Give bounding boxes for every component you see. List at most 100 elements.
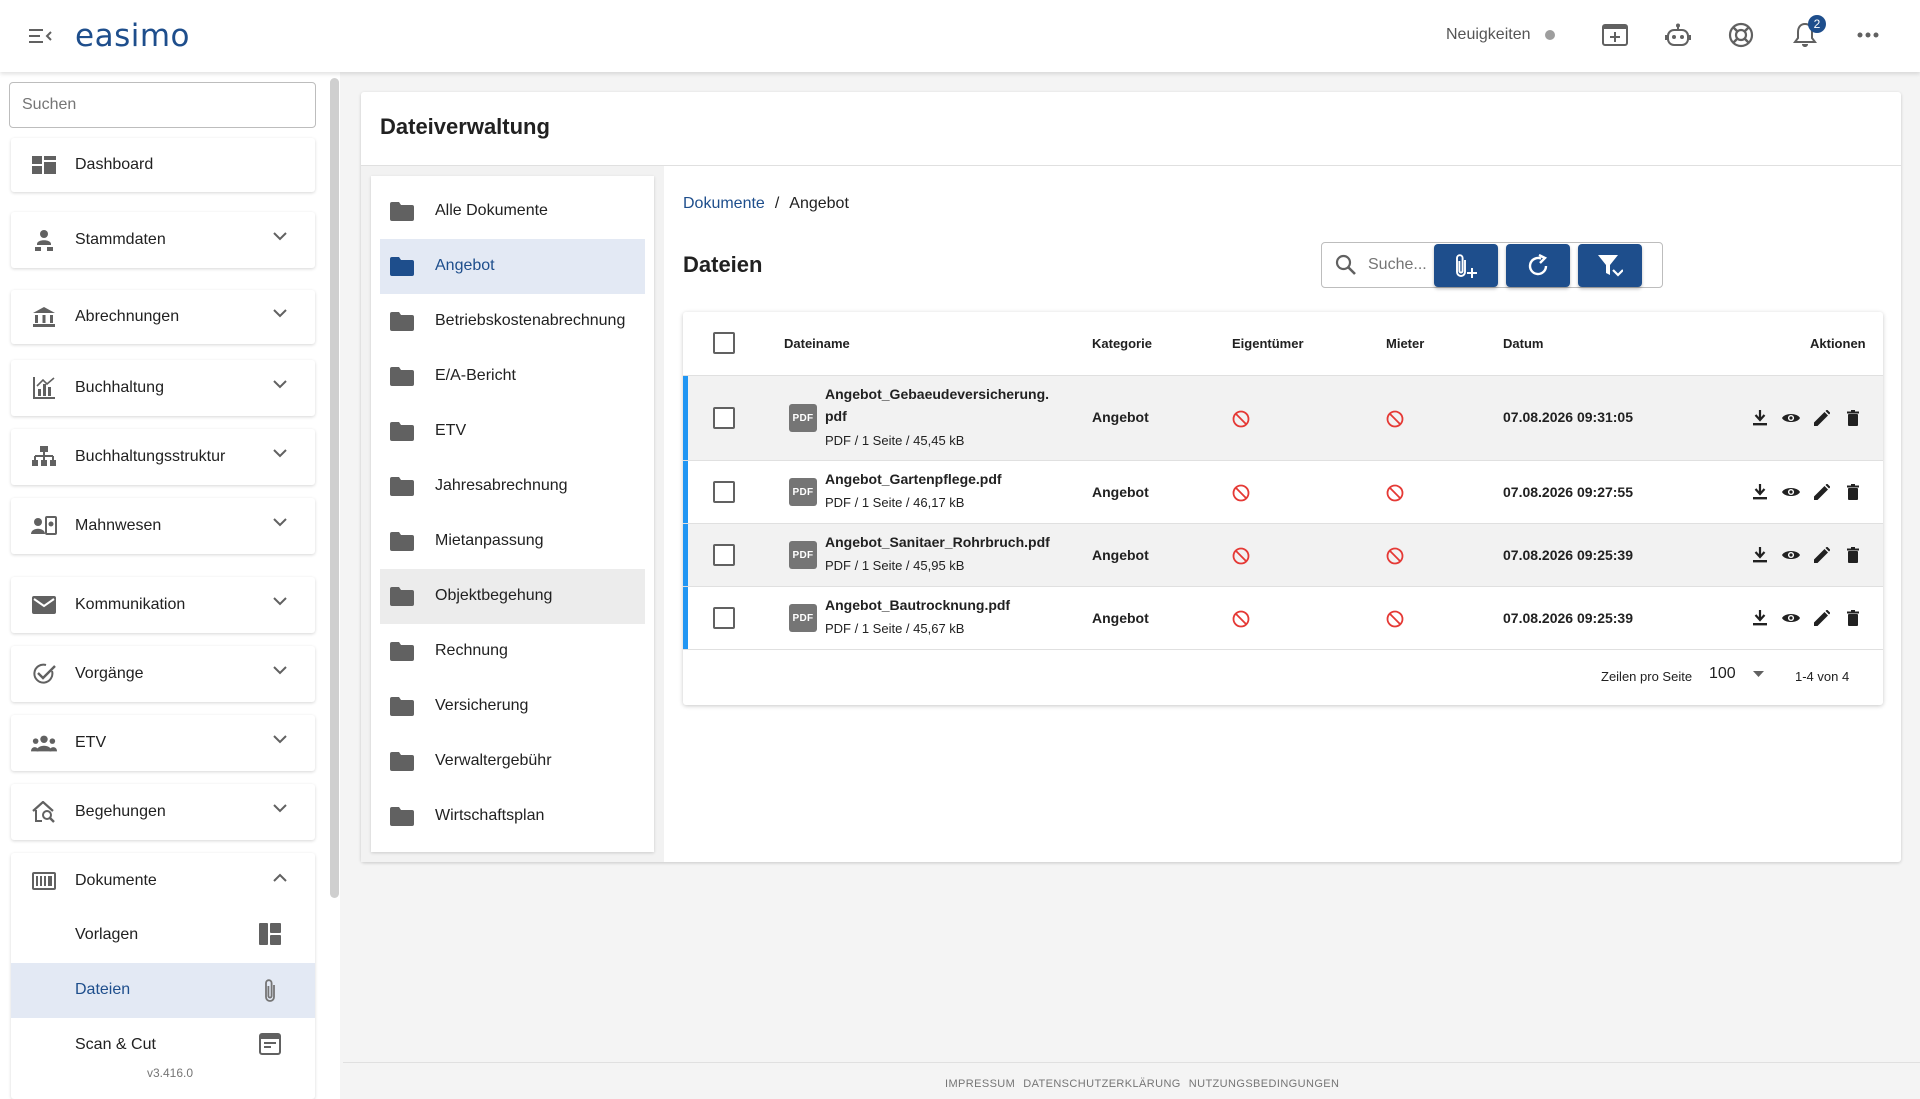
edit-pencil-icon[interactable]	[1813, 546, 1831, 564]
folder-item[interactable]: Wirtschaftsplan	[380, 789, 645, 844]
sidebar-item-label: Abrechnungen	[75, 308, 180, 325]
sidebar-subitem-scan-cut[interactable]: Scan & Cut	[11, 1018, 315, 1073]
rows-per-page-select[interactable]: 100	[1709, 665, 1769, 687]
pdf-file-icon: PDF	[789, 541, 817, 569]
edit-pencil-icon[interactable]	[1813, 409, 1831, 427]
chevron-down-icon	[273, 518, 287, 527]
folder-item[interactable]: Betriebskostenabrechnung	[380, 294, 645, 349]
upload-file-button[interactable]	[1434, 244, 1498, 287]
support-icon[interactable]	[1726, 20, 1756, 50]
sidebar-item-stammdaten[interactable]: Stammdaten	[11, 213, 315, 267]
breadcrumb-current: Angebot	[789, 195, 849, 212]
add-window-icon[interactable]	[1600, 20, 1630, 50]
column-header-category[interactable]: Kategorie	[1092, 336, 1152, 351]
column-header-tenant[interactable]: Mieter	[1386, 336, 1424, 351]
folder-item-selected[interactable]: Angebot	[380, 239, 645, 294]
sidebar-panel-dokumente: Dokumente Vorlagen Dateien Scan & Cut	[11, 853, 315, 1099]
delete-trash-icon[interactable]	[1844, 409, 1862, 427]
folder-icon	[390, 697, 414, 716]
preview-eye-icon[interactable]	[1782, 546, 1800, 564]
robot-icon[interactable]	[1663, 20, 1693, 50]
folder-label: Angebot	[435, 257, 495, 274]
delete-trash-icon[interactable]	[1844, 609, 1862, 627]
sidebar-scrollbar[interactable]	[330, 78, 339, 898]
breadcrumb-root-link[interactable]: Dokumente	[683, 195, 765, 213]
edit-pencil-icon[interactable]	[1813, 483, 1831, 501]
file-date: 07.08.2026 09:25:39	[1503, 547, 1633, 563]
column-header-filename[interactable]: Dateiname	[784, 336, 850, 351]
refresh-button[interactable]	[1506, 244, 1570, 287]
row-checkbox[interactable]	[713, 407, 735, 429]
folder-item[interactable]: Jahresabrechnung	[380, 459, 645, 514]
paperclip-icon	[263, 978, 277, 1004]
folder-item-hovered[interactable]: Objektbegehung	[380, 569, 645, 624]
folder-item[interactable]: Alle Dokumente	[380, 184, 645, 239]
table-row[interactable]: PDF Angebot_Sanitaer_Rohrbruch.pdf PDF /…	[683, 524, 1883, 587]
delete-trash-icon[interactable]	[1844, 483, 1862, 501]
sidebar-item-kommunikation[interactable]: Kommunikation	[11, 578, 315, 632]
file-name[interactable]: Angebot_Gartenpflege.pdf	[825, 468, 1002, 490]
notification-bell-icon[interactable]: 2	[1790, 15, 1826, 50]
preview-eye-icon[interactable]	[1782, 409, 1800, 427]
download-icon[interactable]	[1751, 483, 1769, 501]
sidebar-panel-kommunikation: Kommunikation	[11, 577, 315, 633]
sidebar-panel-begehungen: Begehungen	[11, 784, 315, 840]
owner-not-assigned-icon	[1232, 484, 1250, 502]
sidebar-subitem-dateien[interactable]: Dateien	[11, 963, 315, 1018]
sidebar-subitem-label: Vorlagen	[75, 926, 139, 943]
file-name[interactable]: Angebot_Sanitaer_Rohrbruch.pdf	[825, 531, 1050, 553]
tenant-not-assigned-icon	[1386, 610, 1404, 628]
edit-pencil-icon[interactable]	[1813, 609, 1831, 627]
delete-trash-icon[interactable]	[1844, 546, 1862, 564]
filter-button[interactable]	[1578, 244, 1642, 287]
sidebar-item-abrechnungen[interactable]: Abrechnungen	[11, 290, 315, 344]
sidebar-search-input[interactable]	[9, 82, 316, 128]
download-icon[interactable]	[1751, 409, 1769, 427]
download-icon[interactable]	[1751, 609, 1769, 627]
folder-item[interactable]: Versicherung	[380, 679, 645, 734]
sidebar-item-vorgaenge[interactable]: Vorgänge	[11, 647, 315, 701]
sidebar-item-dokumente[interactable]: Dokumente	[11, 854, 315, 908]
table-row[interactable]: PDF Angebot_Gebaeudeversicherung. pdf PD…	[683, 376, 1883, 461]
table-row[interactable]: PDF Angebot_Bautrocknung.pdf PDF / 1 Sei…	[683, 587, 1883, 650]
sidebar-item-buchhaltung[interactable]: Buchhaltung	[11, 361, 315, 415]
folder-item[interactable]: Mietanpassung	[380, 514, 645, 569]
folder-item[interactable]: ETV	[380, 404, 645, 459]
sidebar-panel-mahnwesen: Mahnwesen	[11, 498, 315, 554]
scan-icon	[259, 1033, 281, 1055]
chevron-down-icon	[273, 380, 287, 389]
sidebar-item-mahnwesen[interactable]: Mahnwesen	[11, 499, 315, 553]
download-icon[interactable]	[1751, 546, 1769, 564]
sidebar-subitem-vorlagen[interactable]: Vorlagen	[11, 908, 315, 963]
folder-list: Alle Dokumente Angebot Betriebskostenabr…	[371, 176, 654, 852]
more-options-icon[interactable]	[1853, 20, 1883, 50]
row-checkbox[interactable]	[713, 544, 735, 566]
folder-label: E/A-Bericht	[435, 367, 516, 384]
column-header-owner[interactable]: Eigentümer	[1232, 336, 1304, 351]
sidebar-item-buchhaltungsstruktur[interactable]: Buchhaltungsstruktur	[11, 430, 315, 484]
preview-eye-icon[interactable]	[1782, 609, 1800, 627]
app-logo[interactable]: easimo	[75, 18, 190, 54]
folder-label: Objektbegehung	[435, 587, 553, 604]
footer-link-impressum[interactable]: IMPRESSUM	[945, 1078, 1015, 1090]
file-name[interactable]: Angebot_Gebaeudeversicherung. pdf	[825, 383, 1049, 427]
footer-link-datenschutz[interactable]: DATENSCHUTZERKLÄRUNG	[1023, 1078, 1181, 1090]
menu-collapse-icon[interactable]	[29, 26, 53, 46]
sidebar-item-dashboard[interactable]: Dashboard	[11, 138, 315, 192]
news-link[interactable]: Neuigkeiten	[1446, 26, 1555, 44]
column-header-date[interactable]: Datum	[1503, 336, 1543, 351]
breadcrumb-separator: /	[774, 195, 780, 212]
folder-item[interactable]: Verwaltergebühr	[380, 734, 645, 789]
table-row[interactable]: PDF Angebot_Gartenpflege.pdf PDF / 1 Sei…	[683, 461, 1883, 524]
sidebar-item-begehungen[interactable]: Begehungen	[11, 785, 315, 839]
select-all-checkbox[interactable]	[713, 332, 735, 354]
preview-eye-icon[interactable]	[1782, 483, 1800, 501]
sidebar-item-etv[interactable]: ETV	[11, 716, 315, 770]
task-check-icon	[31, 662, 57, 686]
footer-link-nutzungsbedingungen[interactable]: NUTZUNGSBEDINGUNGEN	[1189, 1078, 1340, 1090]
row-checkbox[interactable]	[713, 607, 735, 629]
folder-item[interactable]: Rechnung	[380, 624, 645, 679]
row-checkbox[interactable]	[713, 481, 735, 503]
folder-item[interactable]: E/A-Bericht	[380, 349, 645, 404]
file-name[interactable]: Angebot_Bautrocknung.pdf	[825, 594, 1010, 616]
